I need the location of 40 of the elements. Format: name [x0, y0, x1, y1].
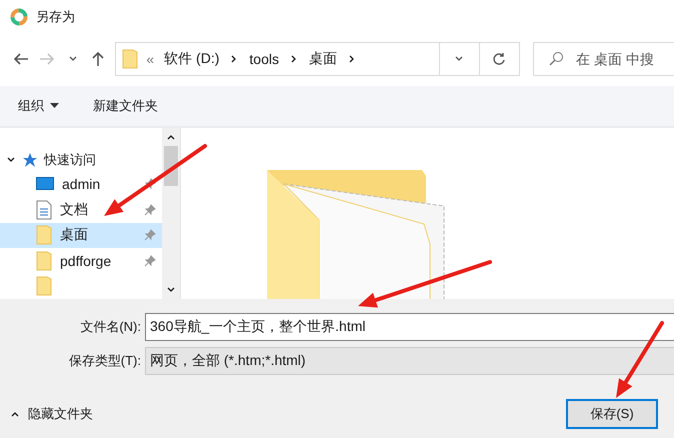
save-button[interactable]: 保存(S): [566, 399, 658, 429]
caret-icon: [50, 103, 59, 109]
folder-icon: [122, 49, 138, 69]
pin-icon[interactable]: [144, 204, 156, 216]
breadcrumb[interactable]: 软件 (D:): [162, 50, 222, 68]
nav-item[interactable]: pdfforge: [0, 248, 162, 274]
folder-icon: [36, 250, 52, 271]
filetype-dropdown[interactable]: 网页，全部 (*.htm;*.html): [145, 347, 674, 375]
overflow-chevron[interactable]: «: [146, 51, 154, 67]
document-icon: [36, 200, 52, 220]
monitor-icon: [36, 177, 54, 192]
hide-folders-toggle[interactable]: 隐藏文件夹: [10, 405, 93, 423]
back-arrow-icon: [12, 52, 29, 66]
scrollbar[interactable]: [162, 128, 180, 299]
forward-arrow-icon: [38, 52, 55, 66]
new-folder-button[interactable]: 新建文件夹: [93, 97, 158, 115]
nav-item[interactable]: admin: [0, 172, 162, 198]
breadcrumb[interactable]: 桌面: [306, 50, 339, 68]
filetype-label: 保存类型(T):: [68, 352, 142, 370]
star-icon: [22, 152, 38, 168]
search-box[interactable]: 在 桌面 中搜: [532, 42, 674, 76]
folder-icon: [36, 276, 52, 296]
search-icon: [548, 51, 564, 67]
organize-menu-button[interactable]: 组织: [18, 97, 59, 115]
pin-icon[interactable]: [144, 178, 156, 190]
breadcrumb[interactable]: tools: [247, 51, 281, 67]
pin-icon[interactable]: [144, 254, 156, 267]
refresh-icon: [492, 52, 506, 66]
nav-item[interactable]: 桌面: [0, 222, 162, 248]
search-input[interactable]: 在 桌面 中搜: [574, 50, 674, 68]
quick-access-node[interactable]: 快速访问: [0, 148, 162, 172]
nav-item[interactable]: 文档: [0, 197, 162, 223]
folder-icon: [36, 225, 52, 246]
filename-field[interactable]: 360导航_一个主页，整个世界.html: [145, 313, 674, 341]
up-arrow-icon: [91, 51, 106, 67]
window-title: 另存为: [36, 8, 75, 26]
app-logo-icon: [10, 8, 28, 26]
filename-label: 文件名(N):: [79, 318, 142, 336]
pin-icon[interactable]: [144, 229, 156, 242]
address-bar[interactable]: « 软件 (D:) tools 桌面: [115, 42, 520, 76]
